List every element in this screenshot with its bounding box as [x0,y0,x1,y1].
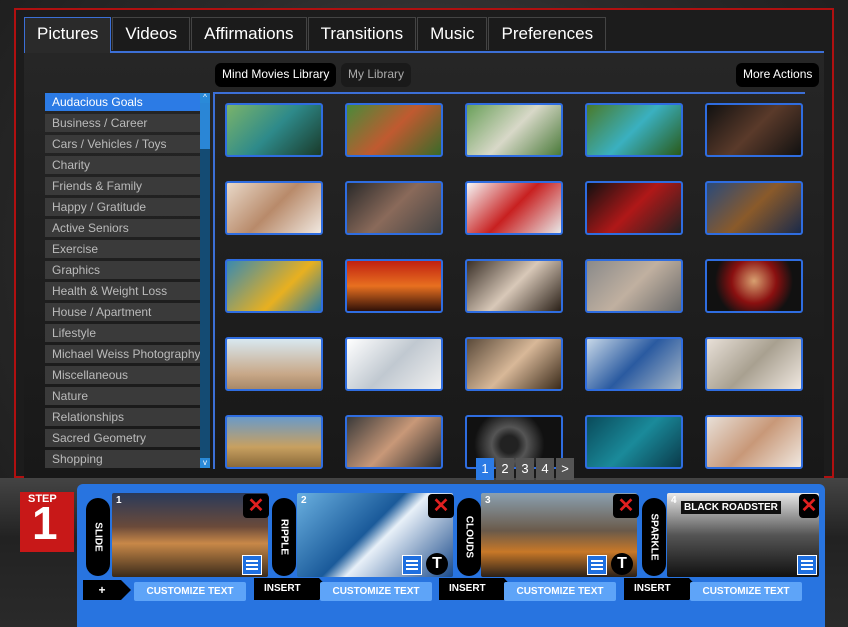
picture-thumbnail[interactable] [585,103,683,157]
slide-number: 3 [485,495,491,506]
menu-icon[interactable] [797,555,817,575]
customize-text-button[interactable]: CUSTOMIZE TEXT [504,582,616,601]
insert-button[interactable]: INSERT [624,578,699,600]
more-actions-button[interactable]: More Actions [736,63,820,87]
picture-thumbnail[interactable] [465,103,563,157]
grid-left-border [213,92,215,469]
picture-thumbnail[interactable] [705,259,803,313]
tab-videos[interactable]: Videos [112,17,191,50]
slide-number: 4 [671,495,677,506]
category-list: Audacious Goals Business / Career Cars /… [45,93,200,471]
picture-thumbnail[interactable] [465,259,563,313]
close-icon[interactable]: ✕ [613,494,639,518]
picture-thumbnail[interactable] [705,103,803,157]
text-icon[interactable]: T [611,553,633,575]
picture-thumbnail[interactable] [585,259,683,313]
transition-button[interactable]: RIPPLE [272,498,296,576]
tab-affirmations[interactable]: Affirmations [191,17,307,50]
category-item[interactable]: Audacious Goals [45,93,200,111]
category-item[interactable]: Business / Career [45,114,200,132]
category-item[interactable]: Relationships [45,408,200,426]
picture-thumbnail[interactable] [225,181,323,235]
category-item[interactable]: Health & Weight Loss [45,282,200,300]
picture-thumbnail[interactable] [225,337,323,391]
menu-icon[interactable] [402,555,422,575]
page-button[interactable]: 3 [516,458,534,480]
category-item[interactable]: House / Apartment [45,303,200,321]
category-item[interactable]: Miscellaneous [45,366,200,384]
transition-button[interactable]: CLOUDS [457,498,481,576]
picture-thumbnail[interactable] [585,337,683,391]
picture-thumbnail[interactable] [345,337,443,391]
step-badge: STEP 1 [20,492,74,552]
picture-thumbnail[interactable] [465,181,563,235]
category-scrollbar[interactable]: ^ v [200,93,210,468]
pagination: 1 2 3 4 > [476,458,576,480]
mind-movies-library-button[interactable]: Mind Movies Library [215,63,337,87]
category-item[interactable]: Lifestyle [45,324,200,342]
category-item[interactable]: Nature [45,387,200,405]
tab-bar: Pictures Videos Affirmations Transitions… [24,17,607,53]
close-icon[interactable]: ✕ [243,494,269,518]
category-item[interactable]: Cars / Vehicles / Toys [45,135,200,153]
scroll-down-icon[interactable]: v [200,458,210,468]
insert-button[interactable]: INSERT [439,578,514,600]
category-item[interactable]: Graphics [45,261,200,279]
insert-button[interactable]: INSERT [254,578,329,600]
customize-text-button[interactable]: CUSTOMIZE TEXT [690,582,802,601]
scroll-up-icon[interactable]: ^ [200,93,210,103]
slide-number: 2 [301,495,307,506]
picture-thumbnail[interactable] [465,337,563,391]
transition-button[interactable]: SLIDE [86,498,110,576]
category-item[interactable]: Michael Weiss Photography [45,345,200,363]
tab-music[interactable]: Music [417,17,488,50]
picture-thumbnail[interactable] [345,181,443,235]
menu-icon[interactable] [587,555,607,575]
page-button[interactable]: 1 [476,458,494,480]
close-icon[interactable]: ✕ [428,494,454,518]
picture-thumbnail[interactable] [225,103,323,157]
picture-thumbnail[interactable] [705,181,803,235]
text-icon[interactable]: T [426,553,448,575]
picture-thumbnail[interactable] [705,337,803,391]
picture-thumbnail[interactable] [225,259,323,313]
category-item[interactable]: Exercise [45,240,200,258]
picture-thumbnail[interactable] [705,415,803,469]
page-button[interactable]: 2 [496,458,514,480]
picture-thumbnail[interactable] [345,103,443,157]
category-item[interactable]: Happy / Gratitude [45,198,200,216]
add-slide-button[interactable]: + [83,580,131,600]
category-item[interactable]: Friends & Family [45,177,200,195]
picture-thumbnail[interactable] [345,259,443,313]
tab-transitions[interactable]: Transitions [307,17,417,50]
category-item[interactable]: Sacred Geometry [45,429,200,447]
transition-button[interactable]: SPARKLE [642,498,666,576]
slide-banner: BLACK ROADSTER [681,501,781,514]
next-page-button[interactable]: > [556,458,574,480]
step-number: 1 [32,497,58,549]
picture-thumbnail[interactable] [585,181,683,235]
slide-number: 1 [116,495,122,506]
category-item[interactable]: Active Seniors [45,219,200,237]
my-library-button[interactable]: My Library [341,63,412,87]
page-button[interactable]: 4 [536,458,554,480]
picture-thumbnail[interactable] [225,415,323,469]
tab-pictures[interactable]: Pictures [24,17,112,53]
picture-thumbnail[interactable] [345,415,443,469]
tab-preferences[interactable]: Preferences [488,17,607,50]
category-item[interactable]: Shopping [45,450,200,468]
menu-icon[interactable] [242,555,262,575]
grid-top-border [215,92,805,94]
customize-text-button[interactable]: CUSTOMIZE TEXT [320,582,432,601]
picture-thumbnail[interactable] [585,415,683,469]
category-item[interactable]: Charity [45,156,200,174]
customize-text-button[interactable]: CUSTOMIZE TEXT [134,582,246,601]
close-icon[interactable]: ✕ [799,494,819,518]
